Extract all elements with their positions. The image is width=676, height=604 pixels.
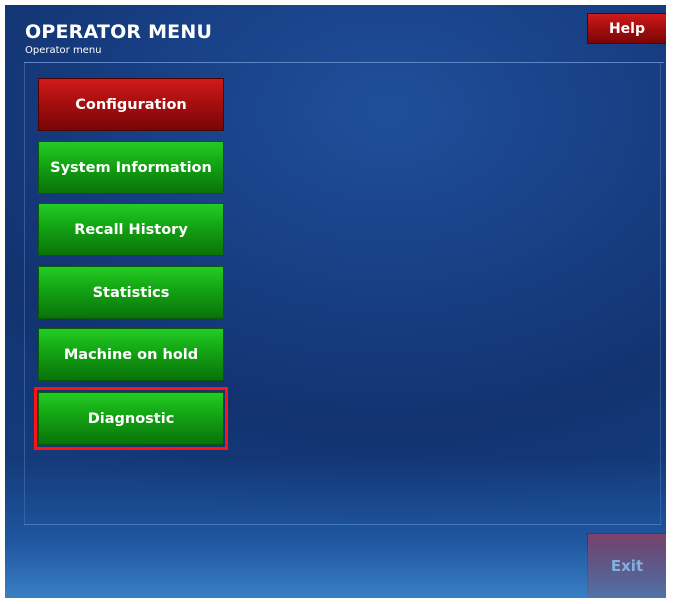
system-information-button[interactable]: System Information [38, 141, 224, 194]
panel-border-left [24, 63, 25, 525]
exit-button[interactable]: Exit [587, 533, 666, 598]
diagnostic-highlight-frame [34, 387, 228, 450]
operator-menu-screen: OPERATOR MENU Operator menu Help Configu… [5, 5, 666, 598]
page-subtitle: Operator menu [25, 45, 102, 56]
statistics-button[interactable]: Statistics [38, 266, 224, 319]
configuration-button[interactable]: Configuration [38, 78, 224, 131]
title-divider [24, 62, 664, 63]
help-button[interactable]: Help [587, 13, 666, 44]
recall-history-button[interactable]: Recall History [38, 203, 224, 256]
panel-bottom-divider [24, 524, 661, 525]
page-title: OPERATOR MENU [25, 21, 213, 43]
panel-border-right [660, 63, 661, 525]
machine-on-hold-button[interactable]: Machine on hold [38, 328, 224, 381]
